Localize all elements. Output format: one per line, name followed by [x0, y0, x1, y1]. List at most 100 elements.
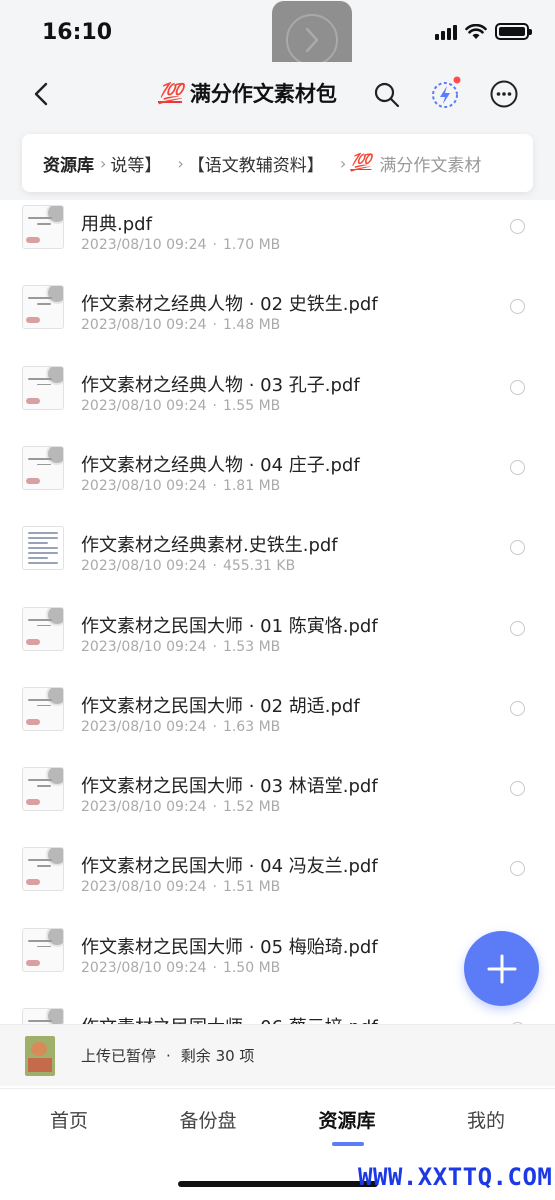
file-size: 1.53 MB — [222, 638, 281, 655]
file-size: 1.51 MB — [222, 879, 281, 896]
plus-icon — [487, 954, 516, 983]
file-size: 1.48 MB — [222, 317, 281, 334]
hundred-points-emoji: 💯 — [158, 81, 183, 105]
meta-separator: · — [212, 477, 217, 494]
pdf-thumbnail-icon — [22, 365, 64, 410]
file-meta: 2023/08/10 09:24 · 1.48 MB — [81, 317, 280, 333]
file-meta: 2023/08/10 09:24 · 1.51 MB — [81, 879, 280, 895]
status-icons — [435, 23, 532, 40]
tab-mine[interactable]: 我的 — [431, 1106, 541, 1133]
tab-backup[interactable]: 备份盘 — [153, 1106, 263, 1133]
select-radio[interactable] — [510, 861, 525, 877]
chevron-left-icon — [34, 82, 48, 106]
back-button[interactable] — [28, 80, 56, 108]
upload-status: 上传已暂停 — [81, 1047, 157, 1065]
tab-home[interactable]: 首页 — [14, 1106, 124, 1133]
file-meta: 2023/08/10 09:24 · 1.63 MB — [81, 719, 280, 735]
file-row[interactable]: 作文素材之经典素材.史铁生.pdf 2023/08/10 09:24 · 455.31… — [0, 521, 555, 601]
file-row[interactable]: 作文素材之民国大师 · 04 冯友兰.pdf 2023/08/10 09:24 · 1… — [0, 842, 555, 922]
meta-separator: · — [212, 959, 217, 976]
pdf-thumbnail-icon — [22, 445, 64, 490]
more-icon — [490, 80, 518, 108]
active-tab-indicator — [332, 1142, 364, 1146]
file-size: 455.31 KB — [222, 558, 296, 575]
file-date: 2023/08/10 09:24 — [81, 237, 207, 253]
file-size: 1.70 MB — [222, 237, 281, 253]
file-row[interactable]: 作文素材之民国大师 · 01 陈寅恪.pdf 2023/08/10 09:24 · 1… — [0, 602, 555, 682]
file-name: 作文素材之民国大师 · 05 梅贻琦.pdf — [81, 936, 378, 958]
pdf-thumbnail-icon — [22, 1008, 64, 1024]
pdf-thumbnail-icon — [22, 205, 64, 249]
file-meta: 2023/08/10 09:24 · 1.50 MB — [81, 960, 280, 976]
pdf-thumbnail-icon — [22, 285, 64, 330]
select-radio[interactable] — [510, 459, 525, 475]
file-date: 2023/08/10 09:24 — [81, 317, 207, 334]
search-button[interactable] — [372, 80, 402, 110]
upload-status-bar[interactable]: 上传已暂停 · 剩余 30 项 — [0, 1024, 555, 1086]
file-meta: 2023/08/10 09:24 · 1.81 MB — [81, 478, 280, 494]
file-row[interactable]: 作文素材之经典人物 · 03 孔子.pdf 2023/08/10 09:24 · 1.… — [0, 361, 555, 441]
file-name: 作文素材之民国大师 · 06 蔡元培.pdf — [81, 1013, 378, 1024]
file-size: 1.52 MB — [222, 799, 281, 816]
file-name: 作文素材之民国大师 · 04 冯友兰.pdf — [81, 856, 378, 878]
file-name: 作文素材之民国大师 · 01 陈寅恪.pdf — [81, 615, 378, 637]
hundred-points-emoji: 💯 — [350, 153, 372, 173]
select-radio[interactable] — [510, 781, 525, 797]
select-radio[interactable] — [510, 700, 525, 716]
file-name: 作文素材之民国大师 · 02 胡适.pdf — [81, 695, 360, 717]
breadcrumb-item[interactable]: 说等】 — [110, 151, 161, 176]
watermark: WWW.XXTTQ.COM — [358, 1163, 553, 1191]
breadcrumb-item[interactable]: 【语文教辅资料】 — [188, 151, 324, 176]
file-row[interactable]: 作文素材之经典人物 · 02 史铁生.pdf 2023/08/10 09:24 · 1… — [0, 280, 555, 360]
meta-separator: · — [212, 317, 217, 334]
wifi-icon — [465, 23, 487, 39]
file-name: 作文素材之经典人物 · 03 孔子.pdf — [81, 374, 360, 396]
file-name: 作文素材之民国大师 · 03 林语堂.pdf — [81, 776, 378, 798]
select-radio[interactable] — [510, 540, 525, 556]
pdf-thumbnail-icon — [22, 686, 64, 731]
select-radio[interactable] — [510, 379, 525, 395]
more-options-button[interactable] — [489, 79, 519, 109]
upload-thumbnail — [25, 1036, 55, 1076]
file-date: 2023/08/10 09:24 — [81, 477, 207, 494]
file-date: 2023/08/10 09:24 — [81, 799, 207, 816]
lightning-icon — [432, 76, 461, 108]
status-time: 16:10 — [42, 20, 113, 45]
file-name: 作文素材之经典人物 · 02 史铁生.pdf — [81, 294, 378, 316]
file-meta: 2023/08/10 09:24 · 1.52 MB — [81, 799, 280, 815]
pdf-thumbnail-icon — [22, 526, 64, 571]
select-radio[interactable] — [510, 620, 525, 636]
file-row[interactable]: 作文素材之经典人物 · 04 庄子.pdf 2023/08/10 09:24 · 1.… — [0, 441, 555, 521]
select-radio[interactable] — [510, 219, 525, 234]
file-row[interactable]: 作文素材之民国大师 · 03 林语堂.pdf 2023/08/10 09:24 · 1… — [0, 762, 555, 842]
file-row[interactable]: 作文素材之民国大师 · 06 蔡元培.pdf2023/08/10 09:24 — [0, 1003, 555, 1024]
file-size: 1.63 MB — [222, 718, 281, 735]
pdf-thumbnail-icon — [22, 767, 64, 812]
file-size: 1.50 MB — [222, 959, 281, 976]
breadcrumb-root[interactable]: 资源库 — [43, 151, 94, 176]
breadcrumb-separator-icon: › — [100, 153, 107, 173]
file-meta: 2023/08/10 09:24 · 1.53 MB — [81, 639, 280, 655]
file-date: 2023/08/10 09:24 — [81, 397, 207, 414]
home-indicator[interactable] — [178, 1181, 378, 1187]
breadcrumb-current: 满分作文素材 — [379, 155, 482, 176]
meta-separator: · — [212, 397, 217, 414]
file-size: 1.81 MB — [222, 477, 281, 494]
file-name: 用典.pdf — [81, 214, 152, 235]
tab-library[interactable]: 资源库 — [292, 1106, 402, 1133]
select-radio[interactable] — [510, 299, 525, 315]
file-meta: 2023/08/10 09:24 · 1.55 MB — [81, 398, 280, 414]
breadcrumb-area: 资源库 › 说等】 › 【语文教辅资料】 › 💯 满分作文素材 — [0, 126, 555, 201]
file-row[interactable]: 作文素材之民国大师 · 02 胡适.pdf 2023/08/10 09:24 · 1.… — [0, 682, 555, 762]
pdf-thumbnail-icon — [22, 847, 64, 892]
file-meta: 2023/08/10 09:24 · 455.31 KB — [81, 558, 295, 574]
file-row[interactable]: 用典.pdf 2023/08/10 09:24 · 1.70 MB — [0, 200, 555, 280]
upload-separator: · — [166, 1047, 171, 1065]
add-button[interactable] — [464, 931, 539, 1006]
meta-separator: · — [212, 879, 217, 896]
file-date: 2023/08/10 09:24 — [81, 558, 207, 575]
meta-separator: · — [212, 799, 217, 816]
cellular-signal-icon — [435, 24, 457, 40]
file-date: 2023/08/10 09:24 — [81, 638, 207, 655]
transfer-speed-button[interactable] — [430, 76, 462, 110]
